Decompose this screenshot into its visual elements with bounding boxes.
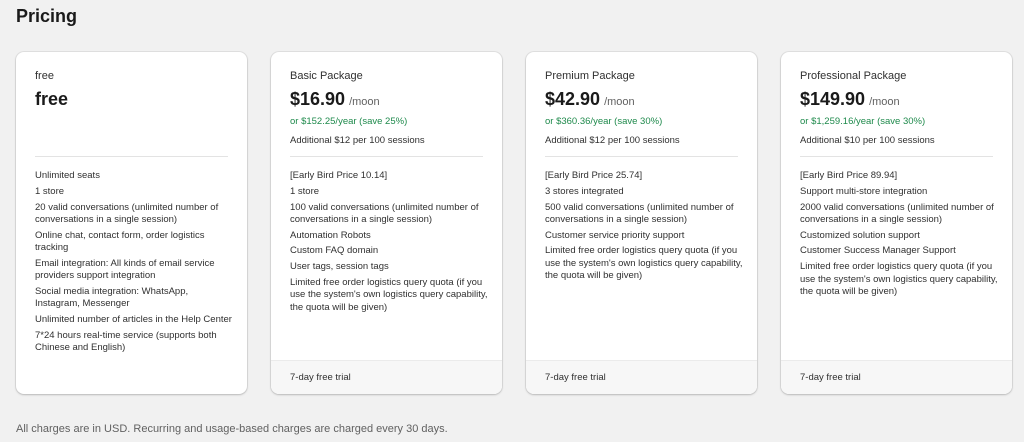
feature-item: Support multi-store integration: [800, 185, 928, 197]
feature-item: 500 valid conversations (unlimited numbe…: [545, 201, 734, 225]
addon-price: Additional $12 per 100 sessions: [290, 135, 425, 146]
feature-item: Limited free order logistics query quota…: [545, 245, 743, 282]
price-period: /moon: [349, 96, 380, 108]
divider: [800, 156, 993, 157]
feature-item: Social media integration: WhatsApp, Inst…: [35, 285, 189, 310]
feature-list: Unlimited seats 1 store 20 valid convers…: [35, 170, 235, 358]
feature-item: Email integration: All kinds of email se…: [35, 257, 215, 282]
price-period: /moon: [869, 96, 900, 108]
feature-item: [Early Bird Price 10.14]: [290, 170, 388, 181]
feature-item: 1 store: [290, 185, 320, 197]
yearly-price: or $1,259.16/year (save 30%): [800, 116, 926, 127]
feature-item: 3 stores integrated: [545, 185, 624, 197]
feature-item: 2000 valid conversations (unlimited numb…: [800, 201, 994, 225]
plan-name: Basic Package: [290, 70, 363, 82]
divider: [290, 156, 483, 157]
feature-list: [Early Bird Price 10.14] 1 store 100 val…: [290, 170, 490, 317]
plan-price: $149.90: [800, 89, 866, 109]
feature-item: Unlimited seats: [35, 170, 100, 181]
feature-item: 100 valid conversations (unlimited numbe…: [290, 201, 479, 225]
addon-price: Additional $10 per 100 sessions: [800, 135, 935, 146]
plan-name: Professional Package: [800, 70, 907, 82]
price-period: /moon: [604, 96, 635, 108]
plan-name: Premium Package: [545, 70, 635, 82]
plans-grid: free free Unlimited seats 1 store 20 val…: [16, 52, 1012, 394]
feature-list: [Early Bird Price 25.74] 3 stores integr…: [545, 170, 745, 286]
feature-item: Online chat, contact form, order logisti…: [35, 229, 205, 253]
feature-item: 20 valid conversations (unlimited number…: [35, 201, 219, 225]
price-row: $16.90 /moon: [290, 88, 483, 110]
plan-header: Premium Package $42.90 /moon or $360.36/…: [545, 69, 738, 147]
feature-item: [Early Bird Price 89.94]: [800, 170, 898, 181]
addon-price: Additional $12 per 100 sessions: [545, 135, 680, 146]
billing-note: All charges are in USD. Recurring and us…: [16, 423, 448, 435]
plan-card-professional[interactable]: Professional Package $149.90 /moon or $1…: [781, 52, 1012, 394]
price-row: free: [35, 88, 228, 110]
plan-name: free: [35, 70, 54, 82]
page-title: Pricing: [16, 6, 78, 26]
plan-header: Professional Package $149.90 /moon or $1…: [800, 69, 993, 147]
feature-list: [Early Bird Price 89.94] Support multi-s…: [800, 170, 1000, 302]
feature-item: Customer service priority support: [545, 229, 685, 241]
free-trial-footer[interactable]: 7-day free trial: [781, 360, 1012, 394]
yearly-price: or $360.36/year (save 30%): [545, 116, 663, 127]
price-row: $149.90 /moon: [800, 88, 993, 110]
feature-item: Limited free order logistics query quota…: [800, 261, 998, 297]
free-trial-footer[interactable]: 7-day free trial: [271, 360, 502, 394]
plan-price: free: [35, 89, 69, 109]
feature-item: 1 store: [35, 185, 65, 197]
plan-card-basic[interactable]: Basic Package $16.90 /moon or $152.25/ye…: [271, 52, 502, 394]
plan-price: $42.90: [545, 89, 601, 109]
plan-header: Basic Package $16.90 /moon or $152.25/ye…: [290, 69, 483, 147]
feature-item: Automation Robots: [290, 229, 371, 241]
plan-card-free[interactable]: free free Unlimited seats 1 store 20 val…: [16, 52, 247, 394]
feature-item: Custom FAQ domain: [290, 245, 379, 257]
feature-item: Unlimited number of articles in the Help…: [35, 313, 232, 325]
feature-item: Limited free order logistics query quota…: [290, 277, 488, 313]
plan-card-premium[interactable]: Premium Package $42.90 /moon or $360.36/…: [526, 52, 757, 394]
feature-item: User tags, session tags: [290, 261, 389, 273]
plan-price: $16.90: [290, 89, 346, 109]
divider: [35, 156, 228, 157]
free-trial-footer[interactable]: 7-day free trial: [526, 360, 757, 394]
feature-item: Customer Success Manager Support: [800, 245, 956, 257]
feature-item: 7*24 hours real-time service (supports b…: [35, 329, 217, 354]
feature-item: [Early Bird Price 25.74]: [545, 170, 643, 181]
feature-item: Customized solution support: [800, 229, 920, 241]
price-row: $42.90 /moon: [545, 88, 738, 110]
yearly-price: or $152.25/year (save 25%): [290, 116, 408, 127]
plan-header: free free: [35, 69, 228, 110]
divider: [545, 156, 738, 157]
